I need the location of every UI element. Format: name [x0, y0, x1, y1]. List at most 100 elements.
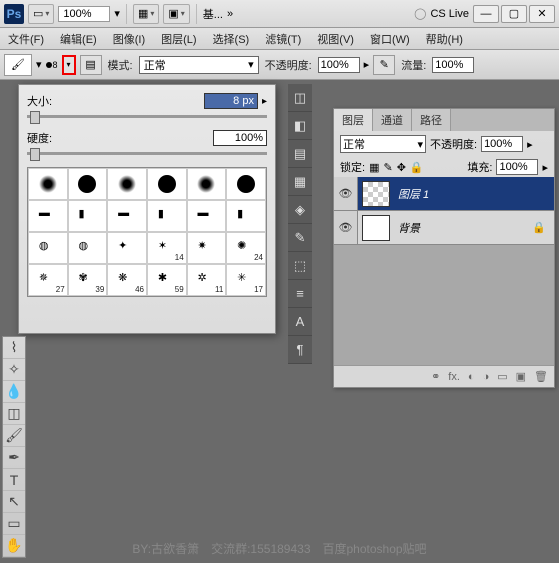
menu-image[interactable]: 图像(I) [109, 29, 149, 49]
blend-mode-select[interactable]: 正常▾ [139, 56, 259, 74]
layer-name[interactable]: 图层 1 [394, 186, 554, 202]
link-layers-icon[interactable]: ⚭ [431, 370, 440, 383]
group-icon[interactable]: ▭ [497, 370, 507, 383]
brush-thumb[interactable]: ✺24 [226, 232, 266, 264]
layer-mask-icon[interactable]: ◐ [468, 371, 475, 383]
panel-icon[interactable]: ≡ [288, 280, 312, 308]
zoom-dropdown[interactable]: ▾ [114, 7, 120, 20]
eyedropper-tool[interactable]: 💧 [3, 381, 25, 403]
layer-fx-icon[interactable]: fx. [448, 371, 460, 383]
menu-select[interactable]: 选择(S) [209, 29, 254, 49]
menu-help[interactable]: 帮助(H) [422, 29, 467, 49]
brush-thumb[interactable]: ✳17 [226, 264, 266, 296]
flyout-arrow[interactable]: ▸ [262, 96, 267, 107]
brush-thumb[interactable]: ▮ [147, 200, 187, 232]
brush-thumb[interactable]: ✾39 [68, 264, 108, 296]
brush-thumb[interactable]: ▬ [187, 200, 227, 232]
arrange-docs[interactable]: ▦▾ [133, 4, 159, 24]
opacity-slider-toggle[interactable]: ▸ [527, 138, 533, 151]
close-button[interactable]: ✕ [529, 5, 555, 23]
lock-pixels-icon[interactable]: ✎ [383, 161, 392, 174]
visibility-toggle[interactable]: 👁 [334, 177, 358, 210]
brush-thumb[interactable]: ✦ [107, 232, 147, 264]
zoom-level[interactable]: 100% [58, 6, 110, 22]
menu-window[interactable]: 窗口(W) [366, 29, 414, 49]
double-chevron[interactable]: » [227, 8, 233, 20]
layer-name[interactable]: 背景 [394, 220, 532, 236]
panel-icon[interactable]: ◫ [288, 84, 312, 112]
flow-input[interactable]: 100% [432, 57, 474, 73]
brush-thumb[interactable]: ▬ [28, 200, 68, 232]
cs-live-icon[interactable]: ◯ [414, 7, 426, 20]
panel-icon[interactable]: A [288, 308, 312, 336]
brush-panel-toggle[interactable]: ▤ [80, 55, 102, 75]
fill-slider-toggle[interactable]: ▸ [542, 161, 548, 174]
menu-view[interactable]: 视图(V) [313, 29, 358, 49]
layer-thumbnail[interactable] [362, 215, 390, 241]
type-tool[interactable]: T [3, 469, 25, 491]
crop-tool[interactable]: ◫ [3, 403, 25, 425]
layer-thumbnail[interactable] [362, 181, 390, 207]
tablet-pressure-icon[interactable]: ✎ [373, 55, 395, 75]
brush-thumb[interactable]: ✲11 [187, 264, 227, 296]
lasso-tool[interactable]: ⌇ [3, 337, 25, 359]
delete-layer-icon[interactable]: 🗑 [534, 370, 548, 383]
pen-tool[interactable]: ✒ [3, 447, 25, 469]
magic-wand-tool[interactable]: ✧ [3, 359, 25, 381]
shape-tool[interactable]: ▭ [3, 513, 25, 535]
lock-all-icon[interactable]: 🔒 [410, 161, 424, 174]
brush-thumb[interactable]: ✶14 [147, 232, 187, 264]
minimize-button[interactable]: — [473, 5, 499, 23]
size-slider[interactable] [27, 115, 267, 118]
brush-picker-dropdown[interactable]: ▾ [62, 55, 76, 75]
brush-tool-preview[interactable]: 🖌 [4, 54, 32, 76]
panel-icon[interactable]: ▤ [288, 140, 312, 168]
tool-preset-dropdown[interactable]: ▾ [36, 58, 42, 71]
brush-thumb[interactable]: ❋46 [107, 264, 147, 296]
path-select-tool[interactable]: ↖ [3, 491, 25, 513]
size-input[interactable] [204, 93, 258, 109]
panel-icon[interactable]: ◈ [288, 196, 312, 224]
panel-icon[interactable]: ◧ [288, 112, 312, 140]
new-layer-icon[interactable]: ▣ [516, 370, 526, 383]
brush-thumb[interactable]: ▮ [68, 200, 108, 232]
brush-thumb[interactable] [187, 168, 227, 200]
layer-blend-mode[interactable]: 正常▾ [340, 135, 426, 153]
workspace-switcher[interactable]: ▭▾ [28, 4, 54, 24]
brush-thumb[interactable]: ✱59 [147, 264, 187, 296]
panel-icon[interactable]: ⬚ [288, 252, 312, 280]
brush-thumb[interactable]: ✷ [187, 232, 227, 264]
brush-tool[interactable]: 🖌 [3, 425, 25, 447]
brush-thumb[interactable]: ◍ [28, 232, 68, 264]
hardness-slider[interactable] [27, 152, 267, 155]
panel-icon[interactable]: ¶ [288, 336, 312, 364]
tab-channels[interactable]: 通道 [373, 109, 412, 131]
brush-thumb[interactable] [226, 168, 266, 200]
brush-thumb[interactable] [28, 168, 68, 200]
menu-edit[interactable]: 编辑(E) [56, 29, 101, 49]
cs-live-label[interactable]: CS Live [430, 8, 469, 20]
fill-input[interactable]: 100% [496, 159, 538, 175]
layer-row[interactable]: 👁 背景 🔒 [334, 211, 554, 245]
adjustment-layer-icon[interactable]: ◑ [483, 371, 490, 383]
menu-layer[interactable]: 图层(L) [157, 29, 200, 49]
screen-mode[interactable]: ▣▾ [163, 4, 189, 24]
brush-thumb[interactable] [147, 168, 187, 200]
opacity-slider-toggle[interactable]: ▸ [364, 58, 370, 71]
tab-paths[interactable]: 路径 [412, 109, 451, 131]
lock-transparency-icon[interactable]: ▦ [369, 161, 379, 174]
panel-icon[interactable]: ▦ [288, 168, 312, 196]
brush-thumb[interactable] [68, 168, 108, 200]
maximize-button[interactable]: ▢ [501, 5, 527, 23]
menu-filter[interactable]: 滤镜(T) [261, 29, 305, 49]
brush-thumb[interactable]: ◍ [68, 232, 108, 264]
lock-position-icon[interactable]: ✥ [397, 161, 406, 174]
layer-opacity-input[interactable]: 100% [481, 136, 523, 152]
brush-thumb[interactable]: ▬ [107, 200, 147, 232]
brush-thumb[interactable]: ▮ [226, 200, 266, 232]
brush-thumb[interactable]: ✵27 [28, 264, 68, 296]
menu-file[interactable]: 文件(F) [4, 29, 48, 49]
brush-thumb[interactable] [107, 168, 147, 200]
hardness-input[interactable] [213, 130, 267, 146]
tab-layers[interactable]: 图层 [334, 109, 373, 131]
